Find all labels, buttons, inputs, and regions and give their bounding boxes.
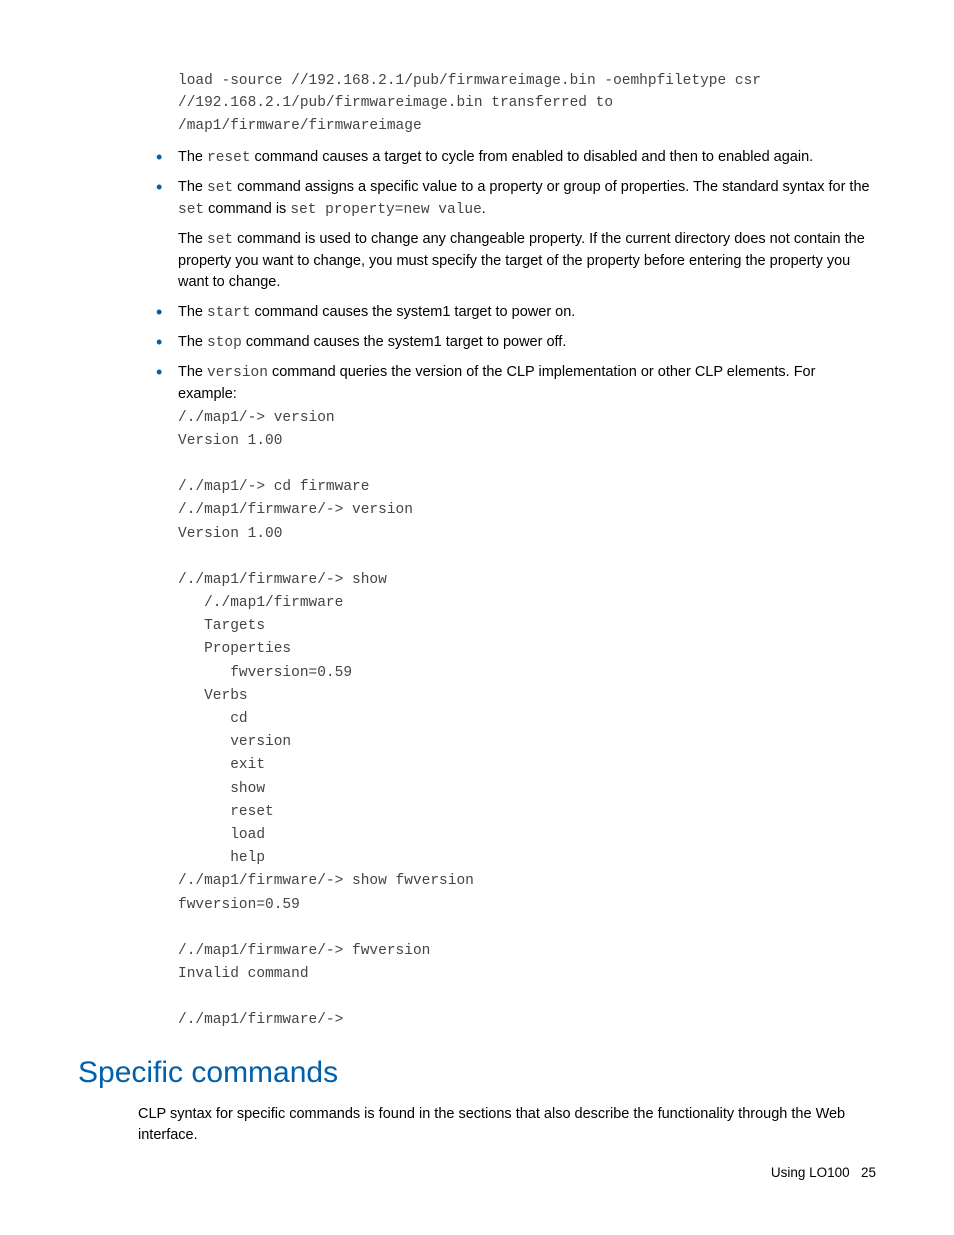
page-content: load -source //192.168.2.1/pub/firmwarei… xyxy=(0,0,954,1186)
text: . xyxy=(482,201,486,217)
text: The xyxy=(178,334,207,350)
page-footer: Using LO100 25 xyxy=(771,1163,876,1183)
text: command causes the system1 target to pow… xyxy=(251,304,576,320)
section-body: CLP syntax for specific commands is foun… xyxy=(138,1104,876,1146)
text: The xyxy=(178,364,207,380)
bullet-set: The set command assigns a specific value… xyxy=(78,177,876,293)
text: command causes the system1 target to pow… xyxy=(242,334,567,350)
text: command is used to change any changeable… xyxy=(178,231,865,290)
code-inline: set xyxy=(207,232,233,248)
text: The xyxy=(178,304,207,320)
code-block-version: /./map1/-> version Version 1.00 /./map1/… xyxy=(178,407,876,1033)
code-inline: set property=new value xyxy=(290,202,481,218)
text: The xyxy=(178,179,207,195)
code-inline: start xyxy=(207,305,251,321)
code-block-load: load -source //192.168.2.1/pub/firmwarei… xyxy=(178,70,876,137)
footer-label: Using LO100 xyxy=(771,1165,850,1180)
text: The xyxy=(178,149,207,165)
section-heading: Specific commands xyxy=(78,1051,876,1095)
code-inline: set xyxy=(207,180,233,196)
text: command causes a target to cycle from en… xyxy=(251,149,814,165)
footer-page-number: 25 xyxy=(861,1165,876,1180)
code-inline: reset xyxy=(207,150,251,166)
code-inline: version xyxy=(207,365,268,381)
text: command queries the version of the CLP i… xyxy=(178,364,815,402)
bullet-version: The version command queries the version … xyxy=(78,362,876,1033)
text: command is xyxy=(204,201,290,217)
bullet-list: The reset command causes a target to cyc… xyxy=(78,147,876,1032)
code-inline: set xyxy=(178,202,204,218)
text: command assigns a specific value to a pr… xyxy=(233,179,869,195)
text: The xyxy=(178,231,207,247)
bullet-stop: The stop command causes the system1 targ… xyxy=(78,332,876,354)
bullet-start: The start command causes the system1 tar… xyxy=(78,302,876,324)
code-inline: stop xyxy=(207,335,242,351)
bullet-reset: The reset command causes a target to cyc… xyxy=(78,147,876,169)
